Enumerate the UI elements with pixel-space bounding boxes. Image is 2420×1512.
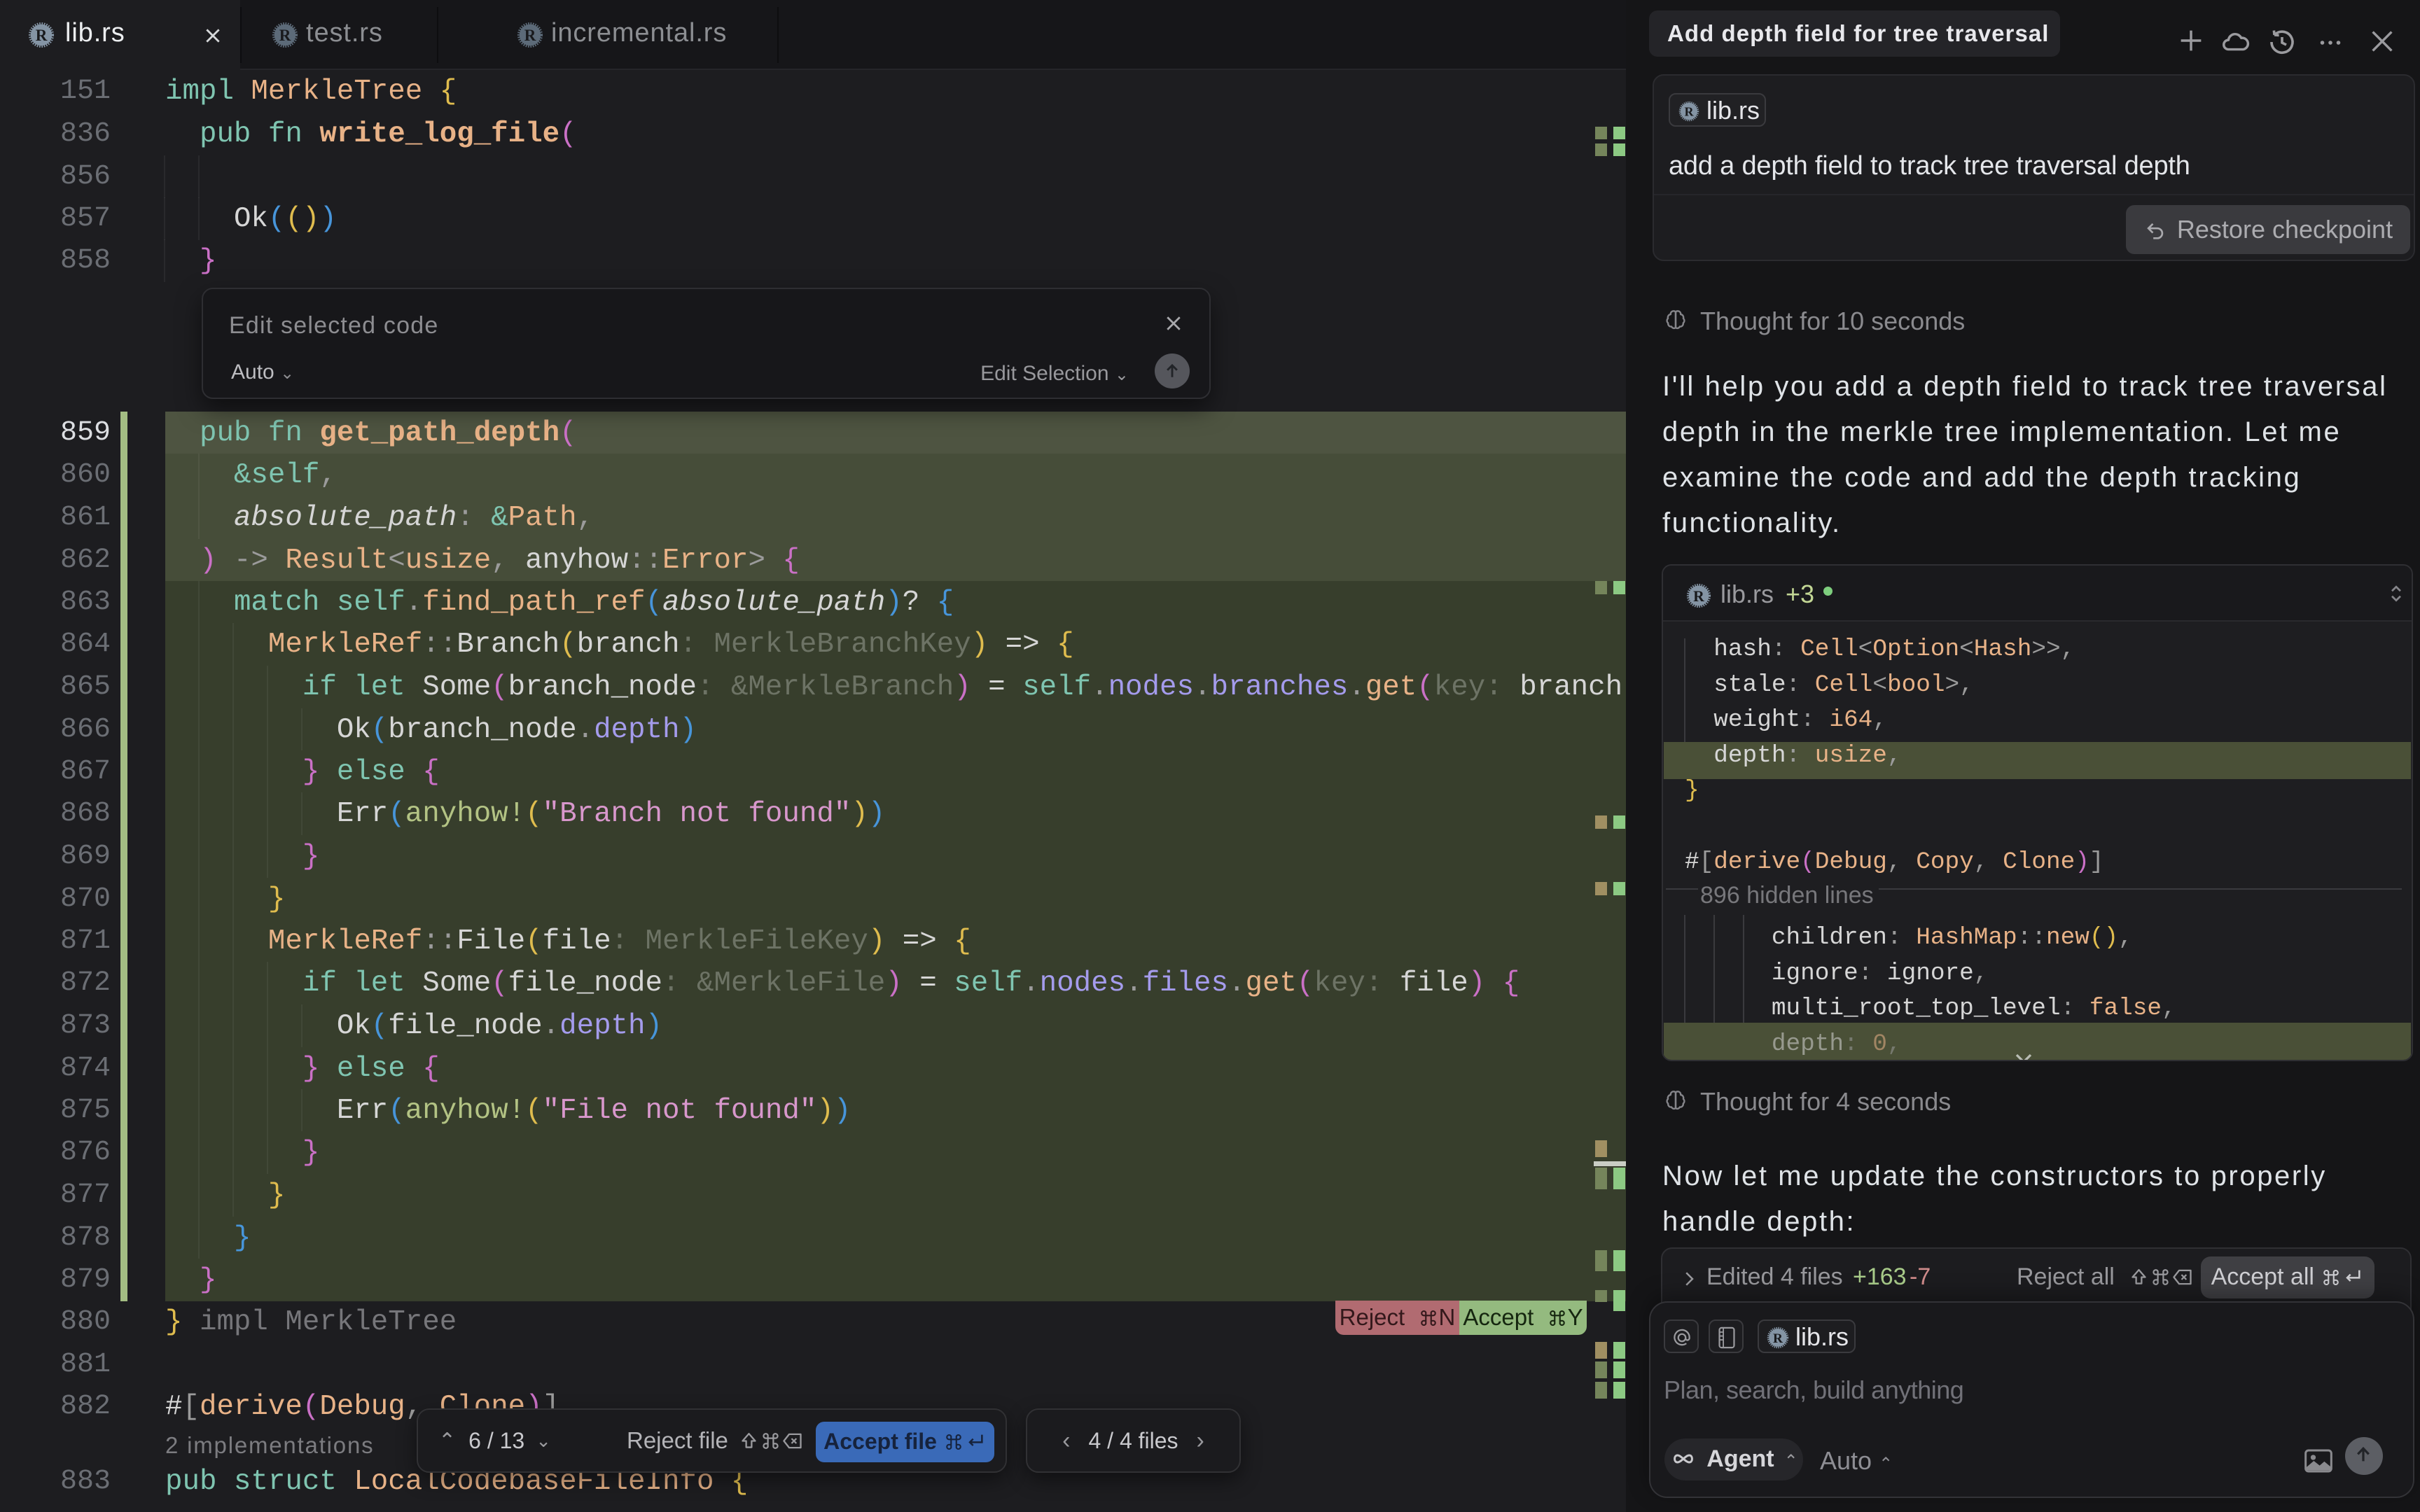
svg-text:R: R (1773, 1331, 1783, 1346)
svg-text:R: R (36, 27, 48, 44)
svg-text:R: R (524, 27, 536, 44)
svg-text:R: R (279, 27, 291, 44)
svg-text:R: R (1693, 588, 1704, 605)
svg-text:R: R (1684, 105, 1694, 119)
